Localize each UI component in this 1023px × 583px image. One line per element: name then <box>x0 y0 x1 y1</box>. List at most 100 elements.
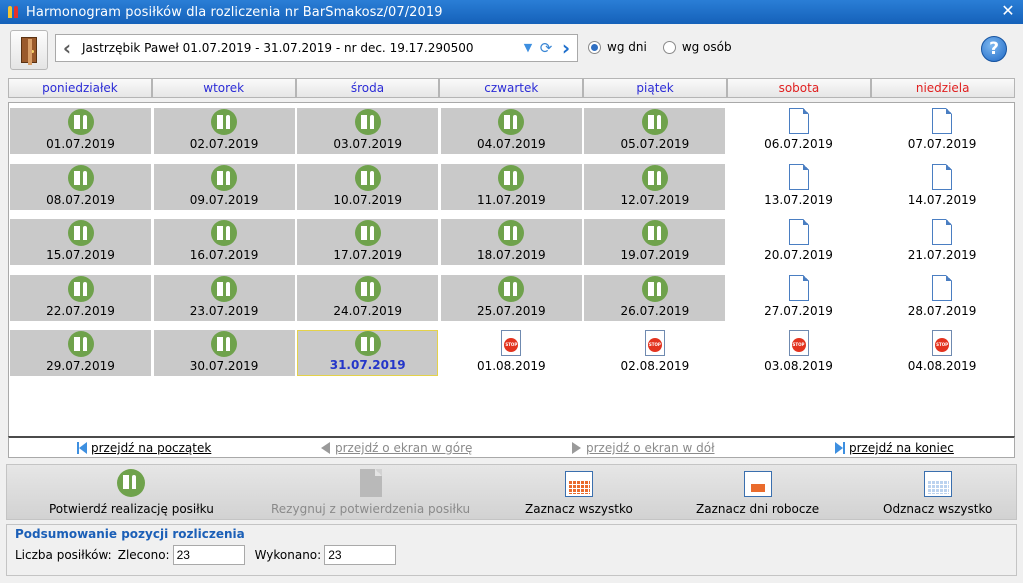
resign-confirmation-button[interactable]: Rezygnuj z potwierdzenia posiłku <box>271 469 470 516</box>
meal-icon <box>67 331 94 358</box>
calendar-day-cell[interactable]: STOP 03.08.2019 <box>728 330 869 376</box>
select-all-label: Zaznacz wszystko <box>525 502 633 516</box>
calendar-day-cell[interactable]: 21.07.2019 <box>872 219 1013 265</box>
radio-by-days[interactable] <box>588 40 601 54</box>
calendar-day-cell[interactable]: 15.07.2019 <box>10 219 151 266</box>
calendar-day-cell[interactable]: 10.07.2019 <box>297 163 439 210</box>
meal-icon <box>354 331 381 357</box>
calendar-day-cell[interactable]: 07.07.2019 <box>872 108 1013 154</box>
refresh-icon[interactable]: ⟳ <box>537 39 555 57</box>
calendar-day-date: 23.07.2019 <box>189 303 259 318</box>
calendar-day-cell[interactable]: STOP 02.08.2019 <box>584 330 725 376</box>
calendar-day-cell[interactable]: 30.07.2019 <box>153 330 295 377</box>
summary-panel: Podsumowanie pozycji rozliczenia Liczba … <box>6 524 1017 576</box>
calendar-day-date: 01.08.2019 <box>476 359 546 374</box>
document-icon <box>359 469 382 497</box>
select-all-button[interactable]: Zaznacz wszystko <box>525 469 633 516</box>
calendar-day-date: 20.07.2019 <box>764 248 833 263</box>
calendar-day-date: 28.07.2019 <box>907 303 977 318</box>
record-navigator: ‹ Jastrzębik Paweł 01.07.2019 - 31.07.20… <box>55 34 578 62</box>
calendar-day-cell[interactable]: 26.07.2019 <box>584 274 726 321</box>
go-first-label[interactable]: przejdź na początek <box>91 441 211 455</box>
calendar-day-cell[interactable]: 20.07.2019 <box>728 219 869 265</box>
calendar-day-cell[interactable]: 11.07.2019 <box>440 163 582 210</box>
calendar-day-date: 27.07.2019 <box>764 303 833 318</box>
calendar-day-cell[interactable]: 19.07.2019 <box>584 219 726 266</box>
deselect-all-button[interactable]: Odznacz wszystko <box>883 469 992 516</box>
go-last-label[interactable]: przejdź na koniec <box>849 441 954 455</box>
calendar-day-date: 01.07.2019 <box>46 137 115 151</box>
day-header-saturday: sobota <box>726 78 871 98</box>
help-button[interactable]: ? <box>981 36 1007 62</box>
calendar-day-cell[interactable]: 16.07.2019 <box>153 219 295 266</box>
select-workdays-button[interactable]: Zaznacz dni robocze <box>696 469 819 516</box>
next-record-button[interactable]: › <box>555 35 577 61</box>
calendar-day-cell[interactable]: 14.07.2019 <box>872 163 1013 210</box>
select-workdays-label: Zaznacz dni robocze <box>696 502 820 516</box>
calendar-day-cell[interactable]: STOP 01.08.2019 <box>441 330 582 376</box>
meal-icon <box>211 331 238 358</box>
calendar-day-date: 17.07.2019 <box>333 248 403 263</box>
calendar-day-cell[interactable]: 12.07.2019 <box>584 163 726 210</box>
calendar-select-all-icon <box>564 471 593 497</box>
meal-icon <box>641 164 668 191</box>
calendar-day-cell[interactable]: 22.07.2019 <box>10 274 151 321</box>
dropdown-arrow-icon[interactable]: ▼ <box>521 41 535 55</box>
go-down-link[interactable]: przejdź o ekran w dół <box>572 441 715 455</box>
calendar-day-date: 30.07.2019 <box>189 359 259 374</box>
calendar-day-cell[interactable]: 06.07.2019 <box>728 108 869 154</box>
day-header-wednesday: środa <box>295 78 440 98</box>
calendar-day-cell[interactable]: 31.07.2019 <box>297 330 439 377</box>
radio-by-persons-label[interactable]: wg osób <box>682 40 732 54</box>
calendar-day-cell[interactable]: 13.07.2019 <box>728 163 869 210</box>
document-icon <box>932 163 953 190</box>
meal-icon <box>498 275 525 302</box>
calendar-day-date: 02.08.2019 <box>620 359 690 374</box>
calendar-day-cell[interactable]: 04.07.2019 <box>440 108 582 154</box>
document-icon <box>788 163 809 190</box>
meal-icon <box>641 109 668 135</box>
done-field[interactable] <box>324 545 397 565</box>
calendar-day-date: 04.07.2019 <box>476 137 546 151</box>
calendar-day-cell[interactable]: 18.07.2019 <box>440 219 582 266</box>
calendar-day-cell[interactable]: 23.07.2019 <box>153 274 295 321</box>
calendar-day-cell[interactable]: 25.07.2019 <box>440 274 582 321</box>
calendar-day-cell[interactable]: 08.07.2019 <box>10 163 151 210</box>
document-icon <box>932 219 953 246</box>
record-selector[interactable]: Jastrzębik Paweł 01.07.2019 - 31.07.2019… <box>78 41 521 55</box>
ordered-field[interactable] <box>172 545 245 565</box>
exit-button[interactable] <box>10 30 48 70</box>
calendar-day-cell[interactable]: 28.07.2019 <box>872 274 1013 321</box>
calendar-day-cell[interactable]: 24.07.2019 <box>297 274 439 321</box>
close-button[interactable]: ✕ <box>999 2 1017 20</box>
go-down-label[interactable]: przejdź o ekran w dół <box>586 441 715 455</box>
calendar-day-date: 08.07.2019 <box>46 192 115 207</box>
calendar-day-cell[interactable]: 01.07.2019 <box>10 108 151 154</box>
calendar-day-date: 19.07.2019 <box>620 248 690 263</box>
calendar-day-date: 22.07.2019 <box>46 303 115 318</box>
calendar-day-cell[interactable]: 17.07.2019 <box>297 219 439 266</box>
calendar-day-cell[interactable]: 09.07.2019 <box>153 163 295 210</box>
meal-icon <box>641 220 668 247</box>
day-header-thursday: czwartek <box>439 78 584 98</box>
go-up-label[interactable]: przejdź o ekran w górę <box>335 441 472 455</box>
calendar-day-cell[interactable]: 03.07.2019 <box>297 108 439 154</box>
go-first-link[interactable]: przejdź na początek <box>77 441 211 455</box>
meal-icon <box>354 220 381 247</box>
day-header-monday: poniedziałek <box>8 78 152 98</box>
calendar-day-date: 10.07.2019 <box>333 192 403 207</box>
confirm-meal-button[interactable]: Potwierdź realizację posiłku <box>49 469 214 516</box>
day-header-tuesday: wtorek <box>151 78 296 98</box>
radio-by-days-label[interactable]: wg dni <box>607 40 647 54</box>
previous-record-button[interactable]: ‹ <box>56 35 78 61</box>
confirm-meal-label: Potwierdź realizację posiłku <box>49 502 214 516</box>
calendar-day-cell[interactable]: 05.07.2019 <box>584 108 726 154</box>
calendar-day-cell[interactable]: 27.07.2019 <box>728 274 869 321</box>
calendar-day-cell[interactable]: STOP 04.08.2019 <box>872 330 1013 376</box>
document-icon <box>788 108 809 134</box>
go-up-link[interactable]: przejdź o ekran w górę <box>321 441 472 455</box>
go-last-link[interactable]: przejdź na koniec <box>835 441 954 455</box>
calendar-day-cell[interactable]: 29.07.2019 <box>10 330 151 377</box>
calendar-day-cell[interactable]: 02.07.2019 <box>153 108 295 154</box>
radio-by-persons[interactable] <box>662 40 676 54</box>
